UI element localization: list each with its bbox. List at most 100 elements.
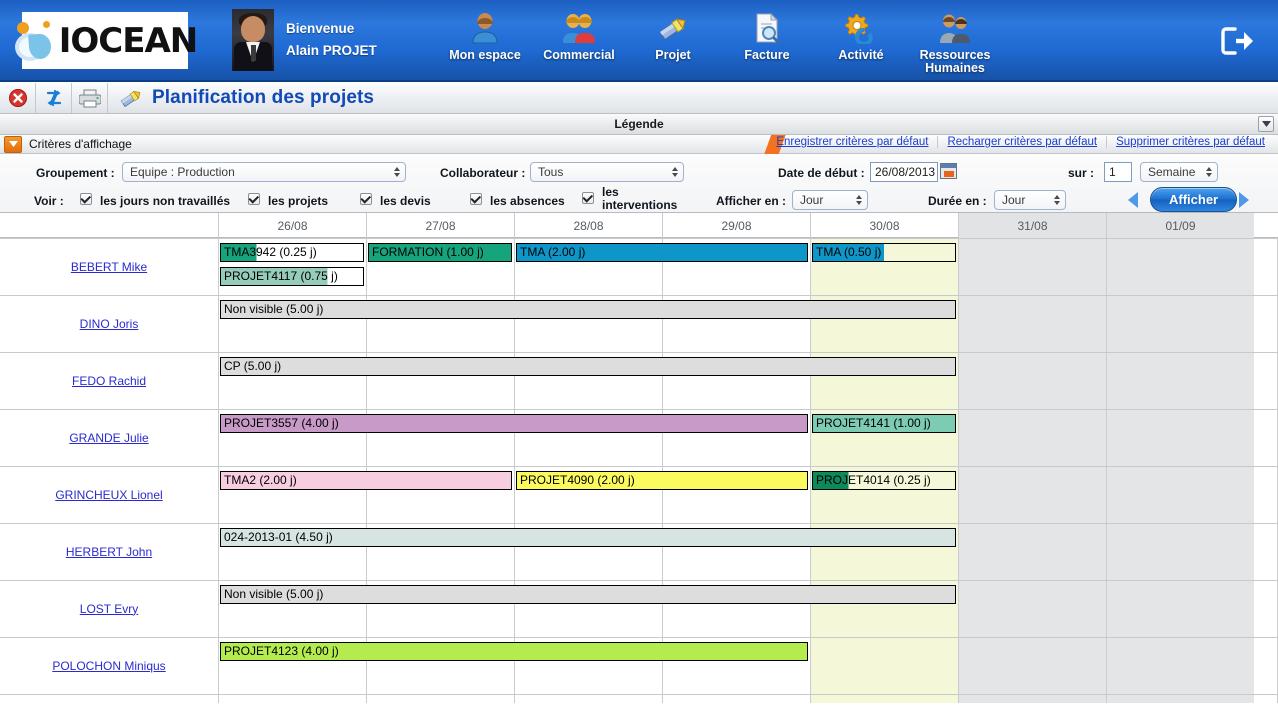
save-default-criteria-link[interactable]: Enregistrer critères par défaut xyxy=(767,136,937,148)
nav-label: Activité xyxy=(838,48,884,62)
gantt-date-header-cell: 01/09 xyxy=(1106,213,1254,238)
app-header: IOCEAN Bienvenue Alain PROJET Mon espace xyxy=(0,0,1278,82)
gantt-task-bar[interactable]: PROJET3557 (4.00 j) xyxy=(220,414,808,433)
sur-unit-select[interactable]: Semaine xyxy=(1140,162,1218,182)
document-search-icon xyxy=(720,10,814,46)
reload-default-criteria-link[interactable]: Recharger critères par défaut xyxy=(937,136,1106,148)
resource-link[interactable]: POLOCHON Miniqus xyxy=(52,659,165,673)
gantt-task-bar[interactable]: TMA3942 (0.25 j) xyxy=(220,243,364,262)
checkbox-projets[interactable] xyxy=(248,193,260,205)
user-icon xyxy=(438,10,532,46)
legend-toggle-button[interactable] xyxy=(1258,116,1274,132)
people-icon xyxy=(908,10,1002,46)
print-button[interactable] xyxy=(72,82,108,113)
logo-text: IOCEAN xyxy=(58,20,198,61)
checkbox-absences[interactable] xyxy=(470,193,482,205)
close-button[interactable] xyxy=(0,82,36,113)
delete-default-criteria-link[interactable]: Supprimer critères par défaut xyxy=(1106,136,1274,148)
next-period-button[interactable] xyxy=(1239,192,1249,208)
resource-link[interactable]: BEBERT Mike xyxy=(71,260,147,274)
sur-input[interactable]: 1 xyxy=(1104,162,1132,182)
nav-item-mon-espace[interactable]: Mon espace xyxy=(438,6,532,62)
default-criteria-links: Enregistrer critères par défaut Recharge… xyxy=(767,136,1274,148)
nav-item-commercial[interactable]: Commercial xyxy=(532,6,626,62)
checkbox-interventions[interactable] xyxy=(582,192,594,204)
gantt-task-bar[interactable]: PROJET4117 (0.75 j) xyxy=(220,267,364,286)
previous-period-button[interactable] xyxy=(1128,192,1138,208)
gantt-row-name-cell: HERBERT John xyxy=(0,523,218,580)
date-debut-label: Date de début : xyxy=(778,166,865,180)
legend-bar: Légende xyxy=(0,114,1278,135)
page-toolbar: Planification des projets xyxy=(0,82,1278,114)
gantt-chart: 26/08 27/08 28/08 29/08 30/08 31/08 01/09 BEBE… xyxy=(0,213,1278,704)
collaborateur-label: Collaborateur : xyxy=(440,166,526,180)
gantt-body: BEBERT Mike TMA3942 (0.25 j) FORMATION (1.… xyxy=(0,238,1278,703)
triangle-down-icon xyxy=(8,141,18,147)
checkbox-jours-non-travailles[interactable] xyxy=(80,193,92,205)
duree-en-label: Durée en : xyxy=(928,194,987,208)
gantt-row-name-cell: GRANDE Julie xyxy=(0,409,218,466)
main-navigation: Mon espace Commercial Projet Facture Act… xyxy=(438,6,1002,80)
afficher-button[interactable]: Afficher xyxy=(1150,187,1238,212)
calendar-icon[interactable] xyxy=(940,163,957,179)
resource-link[interactable]: DINO Joris xyxy=(80,317,139,331)
duree-en-value: Jour xyxy=(1002,193,1026,207)
checkbox-label: les interventions xyxy=(602,185,678,212)
resource-link[interactable]: LOST Evry xyxy=(80,602,138,616)
gantt-task-bar[interactable]: PROJET4014 (0.25 j) xyxy=(812,471,956,490)
gantt-date-header-cell: 29/08 xyxy=(662,213,810,238)
gantt-date-header-cell: 26/08 xyxy=(218,213,366,238)
afficher-en-value: Jour xyxy=(800,193,824,207)
logout-button[interactable] xyxy=(1220,26,1254,56)
chevron-down-icon xyxy=(1261,121,1271,127)
checkbox-label: les projets xyxy=(268,194,329,208)
welcome-username: Alain PROJET xyxy=(286,43,377,58)
gantt-task-bar[interactable]: CP (5.00 j) xyxy=(220,357,956,376)
groupement-select[interactable]: Equipe : Production xyxy=(122,162,406,182)
gantt-task-bar[interactable]: TMA (0.50 j) xyxy=(812,243,956,262)
gantt-date-header-cell: 27/08 xyxy=(366,213,514,238)
checkbox-label: les absences xyxy=(490,194,565,208)
gantt-row-name-cell: BEBERT Mike xyxy=(0,238,218,295)
gantt-task-bar[interactable]: TMA (2.00 j) xyxy=(516,243,808,262)
duree-en-select[interactable]: Jour xyxy=(994,190,1066,210)
gantt-task-bar[interactable]: PROJET4141 (1.00 j) xyxy=(812,414,956,433)
paintbrush-icon xyxy=(626,10,720,46)
nav-item-activite[interactable]: Activité xyxy=(814,6,908,62)
nav-item-facture[interactable]: Facture xyxy=(720,6,814,62)
afficher-en-select[interactable]: Jour xyxy=(792,190,868,210)
checkbox-label: les devis xyxy=(380,194,431,208)
checkbox-devis[interactable] xyxy=(360,193,372,205)
gantt-task-bar[interactable]: PROJET4090 (2.00 j) xyxy=(516,471,808,490)
gantt-task-bar[interactable]: FORMATION (1.00 j) xyxy=(368,243,512,262)
afficher-en-label: Afficher en : xyxy=(716,194,787,208)
gantt-row-name-cell: LOST Evry xyxy=(0,580,218,637)
nav-item-ressources-humaines[interactable]: Ressources Humaines xyxy=(908,6,1002,75)
print-icon xyxy=(78,89,101,107)
gantt-row-name-cell: DINO Joris xyxy=(0,295,218,352)
refresh-button[interactable] xyxy=(36,82,72,113)
voir-label: Voir : xyxy=(34,194,64,208)
date-debut-value: 26/08/2013 xyxy=(875,165,936,179)
title-paintbrush-icon xyxy=(118,86,144,110)
gantt-task-bar[interactable]: Non visible (5.00 j) xyxy=(220,300,956,319)
collaborateur-select[interactable]: Tous xyxy=(530,162,684,182)
criteria-collapse-button[interactable] xyxy=(4,135,22,153)
resource-link[interactable]: FEDO Rachid xyxy=(72,374,146,388)
resource-link[interactable]: GRINCHEUX Lionel xyxy=(55,488,162,502)
gantt-date-header-cell: 31/08 xyxy=(958,213,1106,238)
resource-link[interactable]: GRANDE Julie xyxy=(69,431,148,445)
gantt-task-bar[interactable]: TMA2 (2.00 j) xyxy=(220,471,512,490)
sur-label: sur : xyxy=(1068,166,1095,180)
gantt-row-divider xyxy=(0,694,1278,695)
criteria-form: Groupement : Equipe : Production Collabo… xyxy=(0,154,1278,213)
logo[interactable]: IOCEAN xyxy=(14,12,198,69)
page-title: Planification des projets xyxy=(152,86,375,108)
gantt-task-bar[interactable]: 024-2013-01 (4.50 j) xyxy=(220,528,956,547)
nav-item-projet[interactable]: Projet xyxy=(626,6,720,62)
gantt-task-bar[interactable]: Non visible (5.00 j) xyxy=(220,585,956,604)
resource-link[interactable]: HERBERT John xyxy=(66,545,152,559)
avatar xyxy=(232,9,274,71)
date-debut-input[interactable]: 26/08/2013 xyxy=(870,162,938,182)
gantt-task-bar[interactable]: PROJET4123 (4.00 j) xyxy=(220,642,808,661)
